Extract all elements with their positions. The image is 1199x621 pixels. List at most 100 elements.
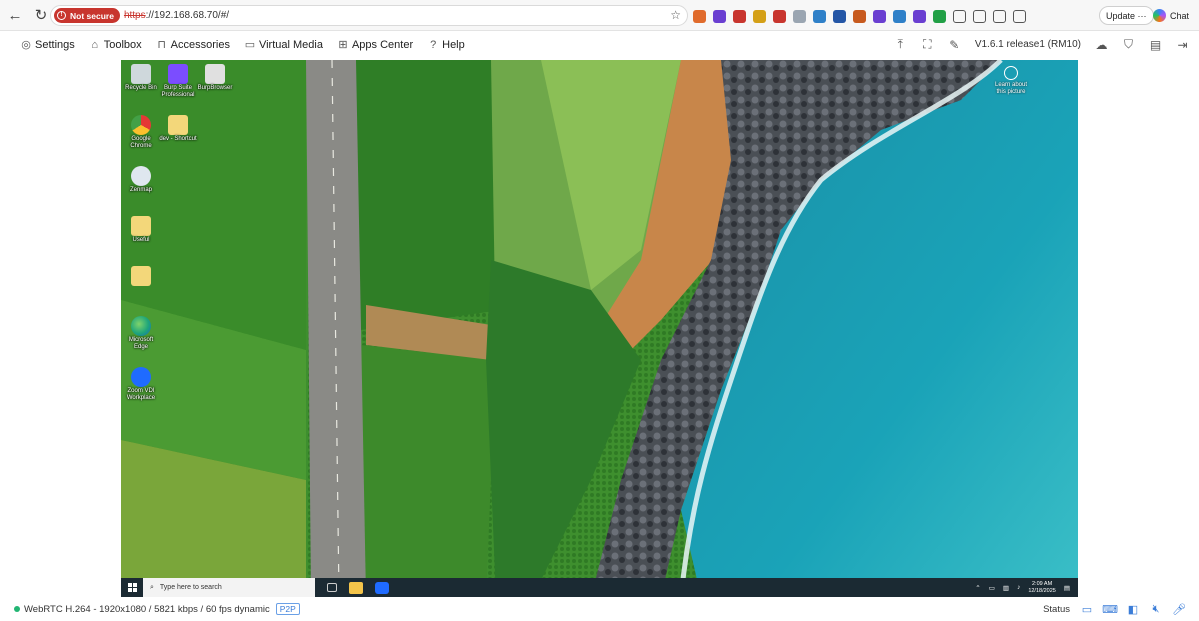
browser-extension-icon[interactable] [753,9,766,23]
mouse-icon[interactable]: ◧ [1127,603,1139,616]
upload-icon[interactable]: ⤒ [894,37,907,51]
recycle-bin-icon [131,64,151,84]
search-placeholder: Type here to search [159,584,222,591]
not-secure-badge[interactable]: ! Not secure [54,8,120,23]
browser-extension-icon[interactable] [793,9,806,23]
menu-help[interactable]: ? Help [427,39,465,51]
browser-extension-icon[interactable] [853,9,866,23]
menu-label: Virtual Media [258,38,323,51]
notification-icon[interactable]: ▤ [1064,584,1070,592]
menu-accessories[interactable]: ⊓ Accessories [156,39,230,52]
desktop-icon-zoom-vdi[interactable]: Zoom VDI Workplace [122,367,160,402]
speaker-mute-icon[interactable]: 🔇︎ [1150,603,1162,615]
browser-extension-icon[interactable] [893,9,906,23]
warning-icon: ! [57,11,66,20]
edit-icon[interactable]: ✎ [948,38,961,52]
desktop-icon-label: Zoom VDI Workplace [126,388,156,401]
update-button[interactable]: Update ··· [1099,6,1154,25]
download-icon[interactable] [993,9,1006,23]
desktop-icon-useful[interactable]: Useful [122,216,160,244]
browser-toolbar: ← ↻ ! Not secure https ://192.168.68.70/… [0,0,1199,31]
keyboard-icon[interactable]: ⌨ [1102,603,1118,616]
desktop-icon-burp-browser[interactable]: BurpBrowser [196,64,234,92]
extensions-row [693,7,1026,25]
browser-extension-icon[interactable] [913,9,926,23]
chevron-up-icon[interactable]: ⌃ [975,584,980,592]
burp-suite-icon [168,64,188,84]
layout-icon[interactable]: ▤ [1149,38,1162,52]
reload-icon[interactable]: ↻ [30,4,52,26]
zoom-taskbar-icon[interactable] [375,581,389,594]
split-view-icon[interactable] [953,9,966,23]
logout-icon[interactable]: ⇥ [1176,38,1189,52]
browser-extension-icon[interactable] [713,9,726,23]
menu-label: Help [442,38,465,51]
bookmark-star-icon[interactable]: ☆ [670,8,681,22]
url-text: ://192.168.68.70/#/ [145,10,230,21]
more-icon: ··· [1137,10,1147,21]
folder-icon [131,216,151,236]
menu-label: Apps Center [351,38,414,51]
taskbar-clock[interactable]: 2:09 AM 12/18/2025 [1028,581,1056,595]
clock-time: 2:09 AM [1031,580,1053,587]
desktop-icon-recycle-bin[interactable]: Recycle Bin [122,64,160,92]
desktop-icon-label: Burp Suite Professional [161,85,195,98]
status-bar-right: Status ▭ ⌨ ◧ 🔇︎ 🎤︎ [1043,597,1186,621]
learn-about-picture[interactable]: Learn about this picture [991,66,1031,96]
update-label: Update [1106,10,1136,21]
cloud-icon[interactable]: ☁ [1095,38,1108,52]
address-bar[interactable]: ! Not secure https ://192.168.68.70/#/ ☆ [50,5,688,26]
favorites-icon[interactable] [973,9,986,23]
shield-icon[interactable]: ⛉ [1122,37,1135,51]
profile-icon[interactable] [1013,9,1026,23]
file-explorer-icon[interactable] [349,581,363,594]
gear-icon: ◎ [21,39,31,51]
battery-icon[interactable]: ▭ [989,584,995,592]
desktop-icon-microsoft-edge[interactable]: Microsoft Edge [122,316,160,351]
folder-icon [168,115,188,135]
browser-extension-icon[interactable] [873,9,886,23]
desktop-icon-label: Google Chrome [130,136,152,149]
menu-settings[interactable]: ◎ Settings [20,39,75,52]
p2p-badge: P2P [275,603,300,615]
microphone-mute-icon[interactable]: 🎤︎ [1172,603,1186,616]
network-icon[interactable]: ▥ [1003,584,1009,592]
browser-extension-icon[interactable] [833,9,846,23]
folder-icon [131,266,151,286]
browser-extension-icon[interactable] [693,9,706,23]
task-view-icon[interactable] [327,583,337,592]
menu-virtual-media[interactable]: ▭ Virtual Media [244,38,323,52]
camera-icon [1004,66,1018,80]
desktop-icon-zenmap[interactable]: Zenmap [122,166,160,194]
learn-label: Learn about this picture [994,82,1028,95]
kvm-toolbar-right: ⤒ ⛶ ✎ V1.6.1 release1 (RM10) ☁ ⛉ ▤ ⇥ [894,31,1189,58]
help-icon: ? [430,38,437,51]
browser-extension-icon[interactable] [813,9,826,23]
wallpaper-image [121,60,1078,597]
system-tray: ⌃ ▭ ▥ ♪ 2:09 AM 12/18/2025 ▤ [975,578,1070,597]
desktop-icon-burp-suite[interactable]: Burp Suite Professional [159,64,197,99]
browser-extension-icon[interactable] [773,9,786,23]
browser-extension-icon[interactable] [933,9,946,23]
desktop-icon-google-chrome[interactable]: Google Chrome [122,115,160,150]
monitor-icon[interactable]: ▭ [1081,603,1093,616]
status-label[interactable]: Status [1043,604,1070,615]
windows-logo-icon [127,583,137,592]
chat-button[interactable]: Chat [1153,6,1189,25]
menu-toolbox[interactable]: ⌂ Toolbox [89,39,141,51]
taskbar-search[interactable]: ⌕ Type here to search [143,578,315,597]
start-button[interactable] [121,578,143,597]
desktop-icon-label: Useful [132,237,150,243]
fullscreen-icon[interactable]: ⛶ [921,37,934,51]
browser-extension-icon[interactable] [733,9,746,23]
desktop-icon-label: Microsoft Edge [128,337,154,350]
zenmap-icon [131,166,151,186]
remote-desktop-view[interactable]: Recycle Bin Burp Suite Professional Burp… [121,60,1078,597]
desktop-icon-folder[interactable] [122,266,160,287]
desktop-icon-label: Recycle Bin [125,85,157,91]
back-arrow-icon[interactable]: ← [4,4,26,26]
menu-apps-center[interactable]: ⊞ Apps Center [337,38,414,52]
desktop-icon-label: Zenmap [129,187,152,193]
desktop-icon-dev-shortcut[interactable]: dev - Shortcut [159,115,197,143]
volume-icon[interactable]: ♪ [1017,584,1020,591]
